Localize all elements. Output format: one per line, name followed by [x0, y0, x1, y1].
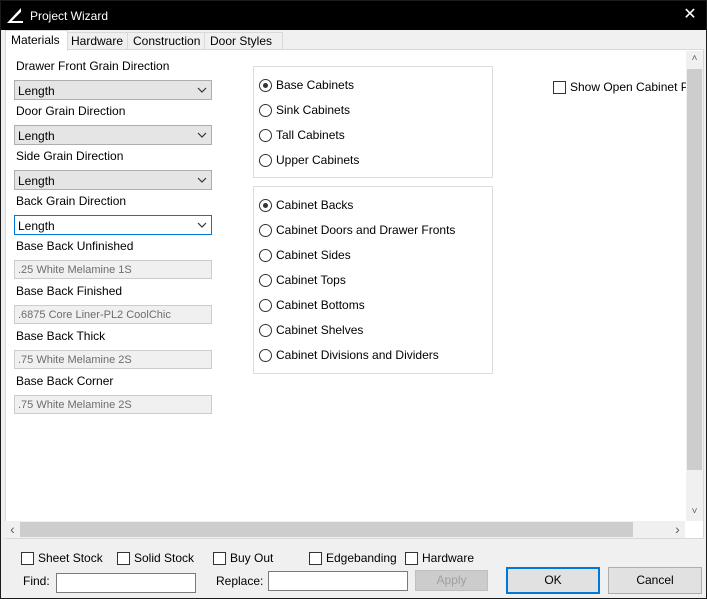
- radio-label: Cabinet Backs: [276, 198, 354, 212]
- checkbox-box: [309, 552, 322, 565]
- cancel-button[interactable]: Cancel: [608, 567, 702, 594]
- checkbox-box: [553, 81, 566, 94]
- chevron-down-icon: [197, 87, 207, 93]
- title-bar[interactable]: Project Wizard ✕: [1, 1, 706, 30]
- radio-label: Cabinet Bottoms: [276, 298, 365, 312]
- checkbox-box: [213, 552, 226, 565]
- base-back-thick-value: .75 White Melamine 2S: [18, 354, 132, 366]
- radio-circle: [259, 324, 272, 337]
- scroll-up-icon[interactable]: ˄: [687, 53, 702, 64]
- chevron-down-icon: [197, 222, 207, 228]
- checkbox-box: [21, 552, 34, 565]
- base-back-finished-value: .6875 Core Liner-PL2 CoolChic: [18, 309, 171, 321]
- tab-door-styles[interactable]: Door Styles: [204, 32, 283, 50]
- radio-label: Base Cabinets: [276, 78, 355, 92]
- side-grain-value: Length: [18, 174, 55, 188]
- radio-circle: [259, 199, 272, 212]
- materials-panel: Drawer Front Grain Direction Length Door…: [5, 49, 704, 539]
- checkbox-label: Hardware: [422, 551, 475, 565]
- drawer-front-grain-select[interactable]: Length: [14, 80, 212, 100]
- side-grain-select[interactable]: Length: [14, 170, 212, 190]
- cabinet-part-group: Cabinet Backs Cabinet Doors and Drawer F…: [253, 186, 493, 374]
- base-back-corner-value: .75 White Melamine 2S: [18, 399, 132, 411]
- chevron-down-icon: [197, 177, 207, 183]
- back-grain-select[interactable]: Length: [14, 215, 212, 235]
- radio-label: Cabinet Doors and Drawer Fronts: [276, 223, 456, 237]
- project-wizard-window: Project Wizard ✕ Materials Hardware Cons…: [0, 0, 707, 599]
- tab-hardware[interactable]: Hardware: [65, 32, 133, 50]
- radio-circle: [259, 249, 272, 262]
- triangle-logo-icon: [7, 8, 23, 23]
- cabinet-type-group: Base Cabinets Sink Cabinets Tall Cabinet…: [253, 66, 493, 178]
- checkbox-label: Buy Out: [230, 551, 274, 565]
- radio-circle: [259, 349, 272, 362]
- replace-label: Replace:: [216, 574, 264, 588]
- base-back-unfinished-field[interactable]: .25 White Melamine 1S: [14, 260, 212, 279]
- base-back-finished-label: Base Back Finished: [16, 284, 123, 298]
- checkbox-box: [117, 552, 130, 565]
- base-back-thick-field[interactable]: .75 White Melamine 2S: [14, 350, 212, 369]
- chevron-down-icon: [197, 132, 207, 138]
- radio-circle: [259, 224, 272, 237]
- checkbox-label: Show Open Cabinet Par: [570, 80, 700, 94]
- tab-materials[interactable]: Materials: [5, 30, 68, 51]
- scroll-right-icon[interactable]: ›: [670, 521, 685, 537]
- scroll-down-icon[interactable]: ˅: [687, 506, 702, 517]
- base-back-unfinished-label: Base Back Unfinished: [16, 239, 134, 253]
- door-grain-select[interactable]: Length: [14, 125, 212, 145]
- base-back-corner-field[interactable]: .75 White Melamine 2S: [14, 395, 212, 414]
- radio-label: Upper Cabinets: [276, 153, 360, 167]
- back-grain-value: Length: [18, 219, 55, 233]
- radio-circle: [259, 274, 272, 287]
- radio-label: Cabinet Sides: [276, 248, 351, 262]
- radio-circle: [259, 79, 272, 92]
- vertical-scroll-thumb[interactable]: [687, 69, 702, 470]
- tab-construction[interactable]: Construction: [127, 32, 212, 50]
- horizontal-scroll-thumb[interactable]: [20, 522, 633, 537]
- radio-label: Sink Cabinets: [276, 103, 351, 117]
- replace-input[interactable]: [268, 571, 408, 591]
- side-grain-label: Side Grain Direction: [16, 149, 124, 163]
- radio-circle: [259, 299, 272, 312]
- checkbox-box: [405, 552, 418, 565]
- scroll-left-icon[interactable]: ‹: [5, 521, 20, 537]
- base-back-corner-label: Base Back Corner: [16, 374, 114, 388]
- close-icon[interactable]: ✕: [680, 4, 700, 26]
- radio-label: Tall Cabinets: [276, 128, 345, 142]
- door-grain-label: Door Grain Direction: [16, 104, 126, 118]
- radio-circle: [259, 129, 272, 142]
- checkbox-label: Solid Stock: [134, 551, 195, 565]
- radio-label: Cabinet Divisions and Dividers: [276, 348, 439, 362]
- horizontal-scrollbar[interactable]: ‹ ›: [5, 521, 685, 538]
- drawer-front-grain-value: Length: [18, 84, 55, 98]
- back-grain-label: Back Grain Direction: [16, 194, 127, 208]
- base-back-thick-label: Base Back Thick: [16, 329, 106, 343]
- radio-label: Cabinet Tops: [276, 273, 346, 287]
- radio-circle: [259, 104, 272, 117]
- radio-circle: [259, 154, 272, 167]
- checkbox-label: Edgebanding: [326, 551, 397, 565]
- find-label: Find:: [23, 574, 50, 588]
- ok-button[interactable]: OK: [506, 567, 600, 594]
- radio-label: Cabinet Shelves: [276, 323, 364, 337]
- window-title: Project Wizard: [30, 9, 109, 23]
- find-input[interactable]: [56, 573, 196, 593]
- checkbox-label: Sheet Stock: [38, 551, 103, 565]
- door-grain-value: Length: [18, 129, 55, 143]
- drawer-front-grain-label: Drawer Front Grain Direction: [16, 59, 170, 73]
- apply-button[interactable]: Apply: [415, 570, 488, 591]
- vertical-scrollbar[interactable]: ˄ ˅: [686, 51, 703, 521]
- base-back-finished-field[interactable]: .6875 Core Liner-PL2 CoolChic: [14, 305, 212, 324]
- base-back-unfinished-value: .25 White Melamine 1S: [18, 264, 132, 276]
